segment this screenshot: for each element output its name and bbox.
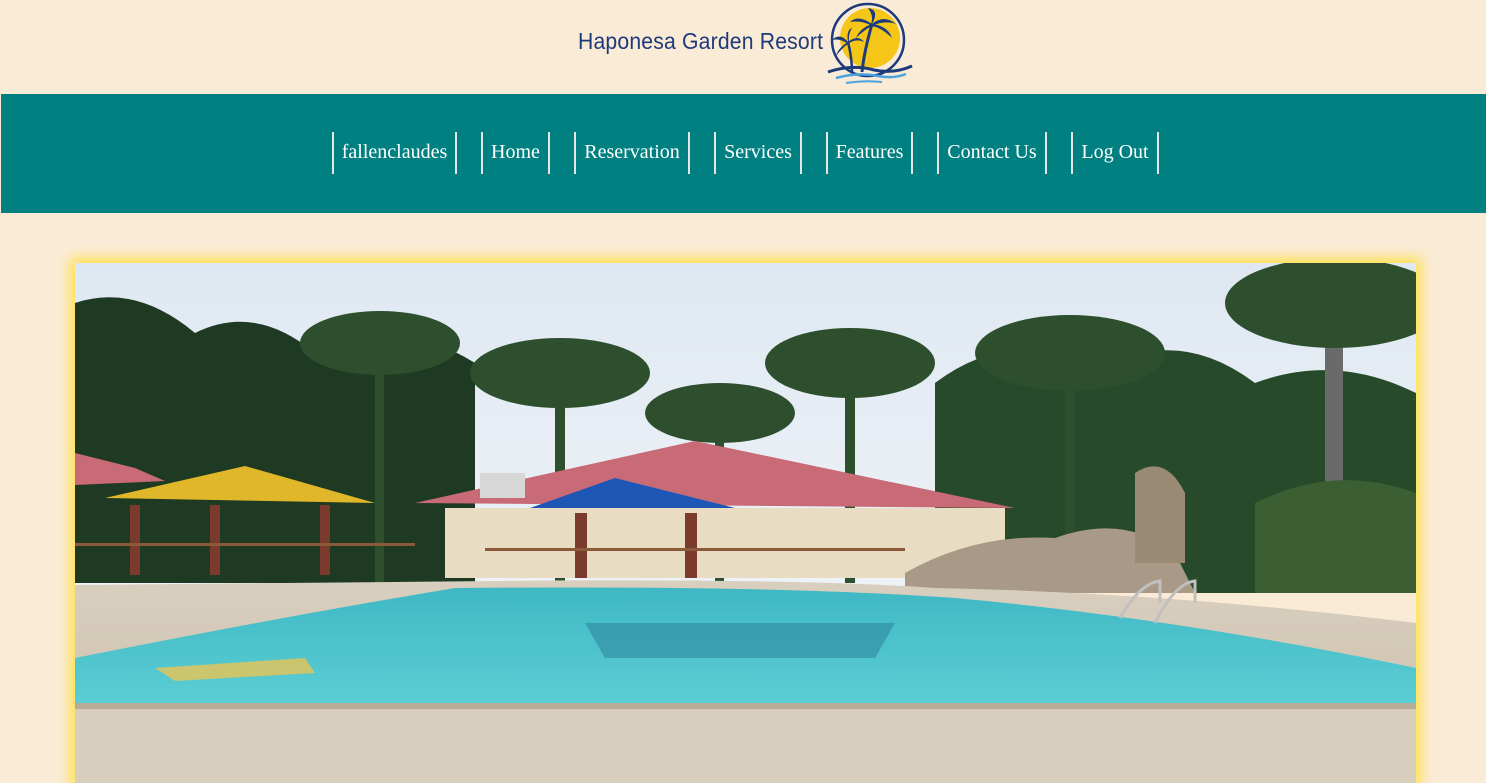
hero-resort-pool-image bbox=[75, 263, 1416, 783]
brand-name: Haponesa Garden Resort bbox=[578, 28, 824, 54]
nav-item-features[interactable]: Features bbox=[826, 132, 913, 174]
palm-tree-sun-logo-icon bbox=[822, 2, 914, 88]
nav-item-log-out[interactable]: Log Out bbox=[1071, 132, 1159, 174]
site-header: Haponesa Garden Resort bbox=[0, 0, 1486, 94]
nav-item-home[interactable]: Home bbox=[481, 132, 550, 174]
main-navigation: fallenclaudes Home Reservation Services … bbox=[1, 94, 1486, 213]
nav-item-services[interactable]: Services bbox=[714, 132, 802, 174]
nav-item-contact-us[interactable]: Contact Us bbox=[937, 132, 1047, 174]
nav-item-username[interactable]: fallenclaudes bbox=[332, 132, 457, 174]
nav-item-reservation[interactable]: Reservation bbox=[574, 132, 690, 174]
